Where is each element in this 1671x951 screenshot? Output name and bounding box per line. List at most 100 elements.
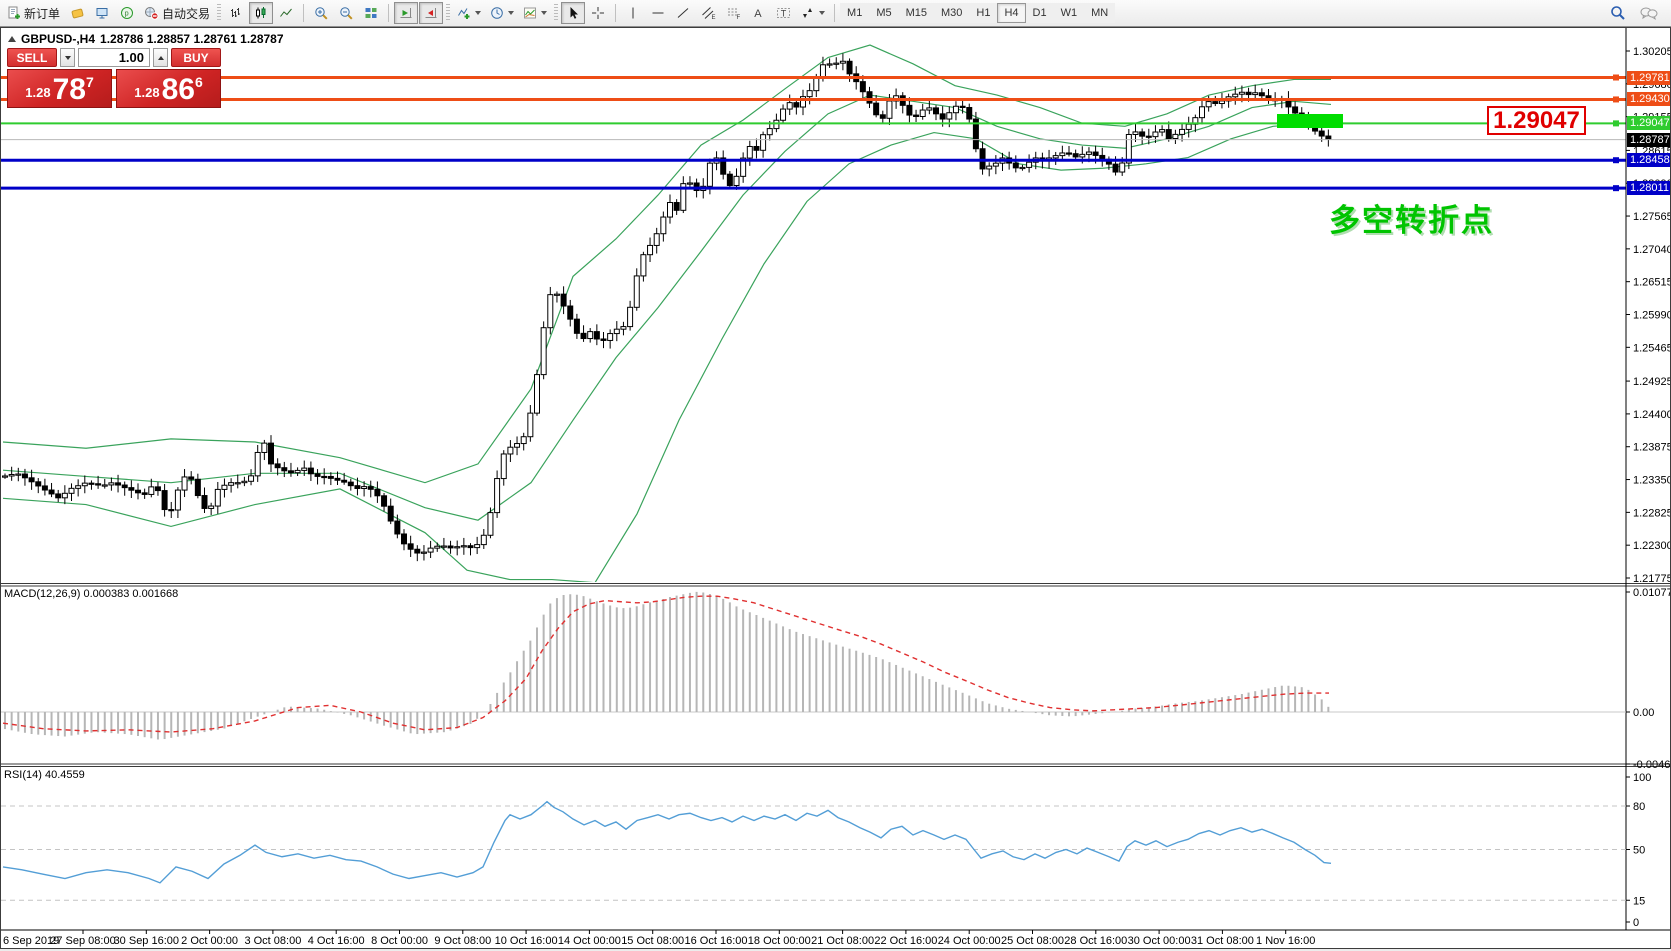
toolbar-grip: [217, 4, 221, 22]
rsi-tick-label: 0: [1633, 917, 1639, 929]
tab-timeframe-m30[interactable]: M30: [934, 3, 969, 23]
candlesticks-series: [3, 53, 1331, 561]
chart-canvas[interactable]: 1.302051.296801.291551.286151.280901.275…: [1, 28, 1671, 949]
search-button[interactable]: [1606, 2, 1630, 24]
auto-scroll-button[interactable]: [394, 2, 418, 24]
x-axis-label: 27 Sep 08:00: [50, 935, 115, 947]
x-axis-label: 22 Oct 16:00: [874, 935, 937, 947]
sell-price-panel[interactable]: 1.28 78 7: [7, 69, 112, 108]
tab-timeframe-h4[interactable]: H4: [997, 3, 1025, 23]
text-button[interactable]: A: [746, 2, 770, 24]
price-tag: 1.28458: [1627, 153, 1671, 167]
svg-text:E: E: [711, 15, 715, 20]
ohlc-values: 1.28786 1.28857 1.28761 1.28787: [100, 32, 284, 46]
tile-windows-button[interactable]: [359, 2, 383, 24]
zoom-in-icon: [314, 6, 329, 21]
volume-increase-button[interactable]: [153, 48, 168, 67]
turning-point-note[interactable]: 多空转折点: [1329, 195, 1494, 240]
terminal-icon: [95, 6, 109, 20]
text-icon: A: [751, 6, 765, 20]
zoom-out-button[interactable]: [334, 2, 358, 24]
tab-timeframe-d1[interactable]: D1: [1026, 3, 1054, 23]
x-axis-label: 15 Oct 08:00: [621, 935, 684, 947]
one-click-trading-widget: SELL BUY 1.28 78 7 1.28 86 6: [7, 48, 221, 108]
candlestick-chart-icon: [254, 6, 268, 20]
tab-timeframe-w1[interactable]: W1: [1054, 3, 1085, 23]
arrows-icon: [800, 6, 815, 20]
periods-icon: [490, 6, 504, 20]
bar-chart-icon: [229, 6, 243, 20]
y-axis-tick-label: 1.24400: [1633, 409, 1671, 421]
vertical-line-button[interactable]: [621, 2, 645, 24]
toolbar-separator: [303, 4, 304, 22]
svg-text:A: A: [754, 8, 762, 20]
toolbar-separator: [615, 4, 616, 22]
bar-chart-button[interactable]: [224, 2, 248, 24]
chart-shift-button[interactable]: [419, 2, 443, 24]
macd-indicator-label: MACD(12,26,9) 0.000383 0.001668: [4, 588, 178, 600]
dropdown-caret-icon: [508, 11, 514, 15]
crosshair-button[interactable]: [586, 2, 610, 24]
tab-timeframe-h1[interactable]: H1: [969, 3, 997, 23]
toolbar-separator: [834, 4, 835, 22]
tab-timeframe-m5[interactable]: M5: [869, 3, 898, 23]
fibonacci-icon: F: [726, 6, 741, 20]
periods-button[interactable]: [486, 2, 518, 24]
horizontal-line-button[interactable]: [646, 2, 670, 24]
tab-timeframe-mn[interactable]: MN: [1084, 3, 1115, 23]
buy-price-panel[interactable]: 1.28 86 6: [116, 69, 221, 108]
svg-text:F: F: [736, 15, 740, 20]
alerts-button[interactable]: [65, 2, 89, 24]
volume-decrease-button[interactable]: [60, 48, 75, 67]
auto-trading-button[interactable]: 自动交易: [140, 2, 214, 24]
line-chart-icon: [279, 6, 293, 20]
sell-price-small: 1.28: [25, 85, 50, 100]
price-level-annotation[interactable]: 1.29047: [1487, 106, 1586, 135]
templates-button[interactable]: [519, 2, 551, 24]
zoom-in-button[interactable]: [309, 2, 333, 24]
trendline-button[interactable]: [671, 2, 695, 24]
chat-button[interactable]: [1636, 2, 1662, 24]
collapse-arrow-icon[interactable]: [8, 36, 16, 42]
dropdown-caret-icon: [541, 11, 547, 15]
new-order-button[interactable]: 新订单: [3, 2, 64, 24]
main-toolbar: 新订单 p 自动交易: [0, 0, 1671, 27]
macd-histogram: [5, 592, 1328, 740]
text-label-button[interactable]: T: [771, 2, 795, 24]
fibonacci-button[interactable]: F: [721, 2, 745, 24]
y-axis-tick-label: 1.22825: [1633, 507, 1671, 519]
buy-price-big: 86: [162, 76, 195, 104]
trendline-icon: [676, 6, 690, 20]
line-anchor-handle: [1613, 75, 1619, 81]
arrows-button[interactable]: [796, 2, 829, 24]
x-axis-label: 31 Oct 08:00: [1191, 935, 1254, 947]
buy-button[interactable]: BUY: [171, 48, 221, 67]
x-axis-label: 10 Oct 16:00: [495, 935, 558, 947]
signals-button[interactable]: p: [115, 2, 139, 24]
x-axis-label: 28 Oct 16:00: [1064, 935, 1127, 947]
line-anchor-handle: [1613, 157, 1619, 163]
line-chart-button[interactable]: [274, 2, 298, 24]
candlestick-chart-button[interactable]: [249, 2, 273, 24]
volume-input[interactable]: [78, 48, 150, 67]
toolbar-grip: [446, 4, 450, 22]
auto-trading-label: 自动交易: [162, 5, 210, 22]
tile-windows-icon: [364, 6, 378, 20]
sell-button[interactable]: SELL: [7, 48, 57, 67]
timeframe-buttons: M1M5M15M30H1H4D1W1MN: [840, 3, 1115, 23]
channel-button[interactable]: E: [696, 2, 720, 24]
indicators-button[interactable]: [453, 2, 485, 24]
x-axis-label: 4 Oct 16:00: [308, 935, 365, 947]
tab-timeframe-m15[interactable]: M15: [899, 3, 934, 23]
highlight-rectangle[interactable]: [1277, 114, 1343, 128]
terminal-button[interactable]: [90, 2, 114, 24]
tab-timeframe-m1[interactable]: M1: [840, 3, 869, 23]
chart-window: 1.302051.296801.291551.286151.280901.275…: [0, 27, 1671, 949]
y-axis-tick-label: 1.24925: [1633, 376, 1671, 388]
toolbar-grip: [554, 4, 558, 22]
caret-down-icon: [65, 56, 71, 60]
price-tag: 1.29430: [1627, 92, 1671, 106]
horizontal-line-icon: [651, 6, 665, 20]
price-tag: 1.29781: [1627, 71, 1671, 85]
cursor-button[interactable]: [561, 2, 585, 24]
